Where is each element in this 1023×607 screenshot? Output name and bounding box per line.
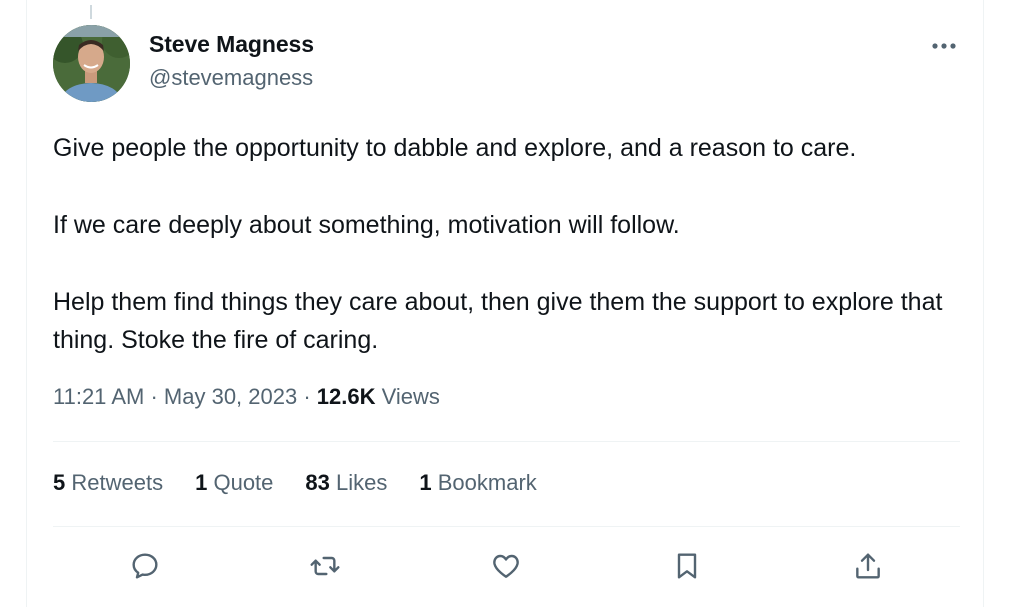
views-label: Views: [381, 384, 440, 409]
tweet-paragraph: Give people the opportunity to dabble an…: [53, 134, 857, 162]
heart-icon: [493, 554, 519, 578]
bookmarks-count: 1: [419, 470, 432, 495]
more-horizontal-icon: [932, 43, 956, 49]
engagement-stats: 5 Retweets 1 Quote 83 Likes 1 Bookmark: [53, 470, 537, 496]
reply-button[interactable]: [125, 546, 165, 586]
retweet-icon: [310, 556, 340, 576]
divider: [53, 441, 960, 442]
quotes-count: 1: [195, 470, 208, 495]
author-handle[interactable]: @stevemagness: [149, 65, 313, 91]
reply-icon: [132, 553, 158, 579]
tweet-time[interactable]: 11:21 AM: [53, 384, 144, 409]
retweet-button[interactable]: [305, 546, 345, 586]
tweet-paragraph: If we care deeply about something, motiv…: [53, 211, 680, 239]
retweets-label: Retweets: [71, 470, 164, 495]
action-bar: [53, 546, 960, 586]
author-name[interactable]: Steve Magness: [149, 31, 314, 58]
quotes-stat[interactable]: 1 Quote: [195, 470, 273, 496]
like-button[interactable]: [486, 546, 526, 586]
more-options-button[interactable]: [926, 32, 962, 60]
bookmark-icon: [677, 553, 697, 579]
retweets-count: 5: [53, 470, 66, 495]
tweet-date[interactable]: May 30, 2023: [164, 384, 297, 409]
share-icon: [856, 553, 880, 579]
likes-count: 83: [305, 470, 330, 495]
divider: [53, 526, 960, 527]
tweet-meta: 11:21 AM · May 30, 2023 · 12.6K Views: [53, 384, 440, 410]
likes-stat[interactable]: 83 Likes: [305, 470, 387, 496]
bookmark-button[interactable]: [667, 546, 707, 586]
tweet-text: Give people the opportunity to dabble an…: [53, 129, 965, 359]
tweet-paragraph: Help them find things they care about, t…: [53, 288, 943, 354]
meta-separator: ·: [303, 384, 311, 409]
thread-connector-line: [90, 5, 92, 19]
bookmarks-label: Bookmark: [437, 470, 537, 495]
share-button[interactable]: [848, 546, 888, 586]
views-count: 12.6K: [316, 384, 376, 409]
avatar[interactable]: [53, 25, 130, 102]
likes-label: Likes: [336, 470, 388, 495]
meta-separator: ·: [150, 384, 158, 409]
retweets-stat[interactable]: 5 Retweets: [53, 470, 163, 496]
bookmarks-stat[interactable]: 1 Bookmark: [419, 470, 536, 496]
quotes-label: Quote: [213, 470, 274, 495]
